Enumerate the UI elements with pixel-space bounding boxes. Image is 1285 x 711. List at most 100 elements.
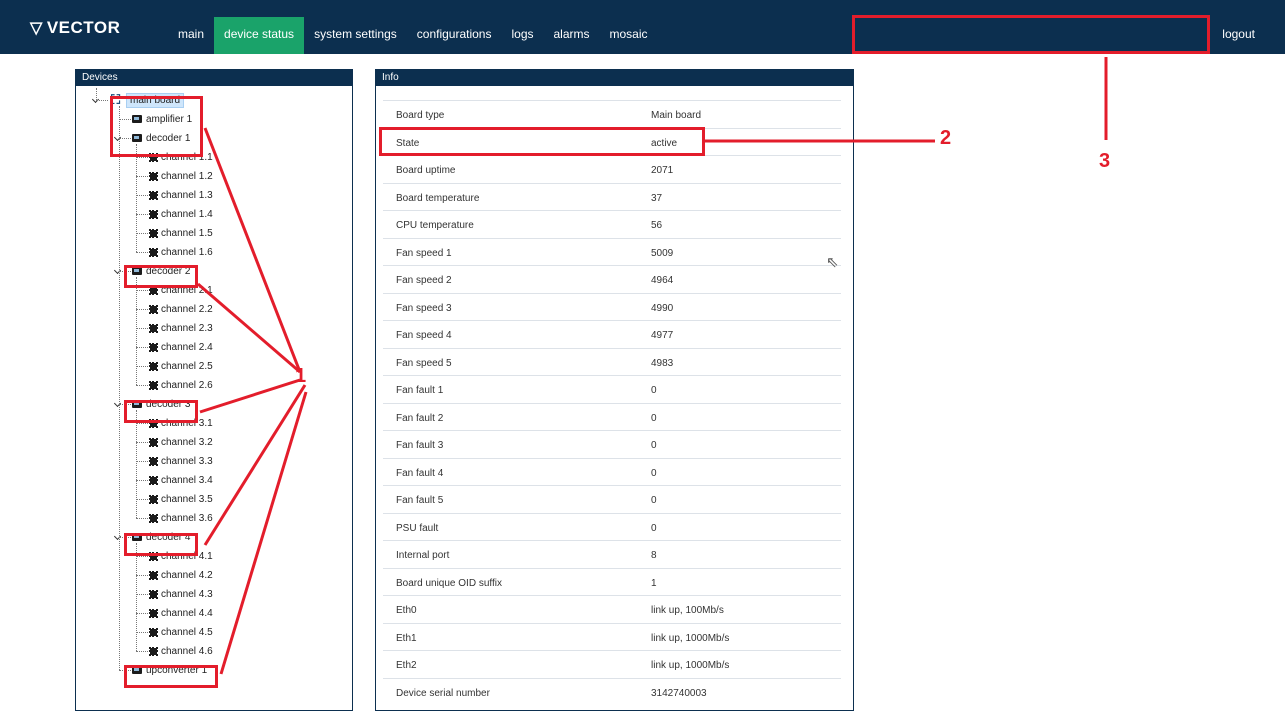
chip-icon <box>149 570 158 580</box>
info-key: CPU temperature <box>396 220 474 231</box>
tree-node-channel[interactable]: channel 4.2 <box>149 567 213 583</box>
info-key: Eth0 <box>396 605 417 616</box>
info-value: 2071 <box>651 165 674 176</box>
info-value: 56 <box>651 220 663 231</box>
info-key: Fan speed 2 <box>396 275 452 286</box>
chip-icon <box>149 494 158 504</box>
info-key: Device serial number <box>396 687 490 699</box>
tree-node-channel[interactable]: channel 2.3 <box>149 320 213 336</box>
callout-number-1: 1 <box>295 365 307 387</box>
nav-mosaic[interactable]: mosaic <box>600 17 658 54</box>
info-row: Fan fault 2 0 <box>383 402 841 431</box>
nav-main[interactable]: main <box>168 17 214 54</box>
tree-node-channel[interactable]: channel 3.4 <box>149 472 213 488</box>
annotation-box-upconverter-1 <box>124 665 218 688</box>
vector-logo[interactable]: ▽ VECTOR <box>30 18 120 38</box>
info-key: Fan speed 5 <box>396 357 452 369</box>
info-row: Fan speed 4 4977 <box>383 320 841 348</box>
tree-node-channel[interactable]: channel 2.4 <box>149 339 213 355</box>
info-panel-title: Info <box>376 70 853 86</box>
tree-node-channel[interactable]: channel 2.6 <box>149 377 213 393</box>
info-key: Fan speed 3 <box>396 302 452 314</box>
tree-node-channel[interactable]: channel 3.3 <box>149 453 213 469</box>
tree-node-label: channel 4.5 <box>161 626 213 638</box>
nav-device-status[interactable]: device status <box>214 17 305 54</box>
tree-node-channel[interactable]: channel 3.6 <box>149 510 213 526</box>
vector-logo-icon: ▽ <box>30 20 43 37</box>
tree-node-channel[interactable]: channel 3.5 <box>149 491 213 507</box>
mouse-cursor-icon: ⇖ <box>826 254 839 271</box>
info-value: 0 <box>651 522 657 534</box>
nav-alarms[interactable]: alarms <box>544 17 600 54</box>
tree-node-channel[interactable]: channel 3.2 <box>149 434 213 450</box>
info-value: Main board <box>651 110 702 121</box>
tree-node-channel[interactable]: channel 2.5 <box>149 358 213 374</box>
logout-link[interactable]: logout <box>1222 27 1255 41</box>
tree-node-channel[interactable]: channel 4.5 <box>149 624 213 640</box>
annotation-box-decoder-4 <box>124 533 198 556</box>
nav-logs[interactable]: logs <box>501 17 543 54</box>
info-key: Board unique OID suffix <box>396 577 502 589</box>
info-row: Fan speed 3 4990 <box>383 292 841 321</box>
tree-node-channel[interactable]: channel 2.2 <box>149 301 213 317</box>
info-row: Fan speed 5 4983 <box>383 347 841 376</box>
info-value: link up, 1000Mb/s <box>651 660 730 671</box>
tree-node-channel[interactable]: channel 4.6 <box>149 643 213 659</box>
tree-node-channel[interactable]: channel 1.6 <box>149 244 213 260</box>
info-key: PSU fault <box>396 522 439 534</box>
nav-configurations[interactable]: configurations <box>407 17 502 54</box>
info-value: link up, 100Mb/s <box>651 605 724 616</box>
info-panel: Info Board type Main board State active Boar… <box>375 69 854 711</box>
info-row: Fan speed 2 4964 <box>383 265 841 293</box>
info-row: Fan fault 4 0 <box>383 457 841 486</box>
chip-icon <box>149 513 158 523</box>
chip-icon <box>149 437 158 447</box>
info-value: 4964 <box>651 275 674 286</box>
tree-node-label: channel 4.2 <box>161 569 213 581</box>
info-key: Board uptime <box>396 165 456 176</box>
chip-icon <box>149 380 158 390</box>
chip-icon <box>149 361 158 371</box>
chip-icon <box>149 627 158 637</box>
tree-node-channel[interactable]: channel 1.3 <box>149 187 213 203</box>
info-value: 37 <box>651 192 663 204</box>
info-row: Device serial number 3142740003 <box>383 677 841 706</box>
info-row: Eth1 link up, 1000Mb/s <box>383 622 841 651</box>
chip-icon <box>149 304 158 314</box>
info-row: Eth2 link up, 1000Mb/s <box>383 650 841 678</box>
chip-icon <box>149 589 158 599</box>
info-key: Fan speed 4 <box>396 330 452 341</box>
nav-system-settings[interactable]: system settings <box>304 17 407 54</box>
tree-node-channel[interactable]: channel 1.5 <box>149 225 213 241</box>
tree-node-label: channel 1.5 <box>161 227 213 239</box>
tree-node-channel[interactable]: channel 4.3 <box>149 586 213 602</box>
tree-node-channel[interactable]: channel 4.4 <box>149 605 213 621</box>
tree-node-label: channel 2.4 <box>161 341 213 353</box>
info-row: Internal port 8 <box>383 540 841 568</box>
device-tree: ⛶ main board amplifier 1 decoder 1 channel 1… <box>76 87 352 707</box>
callout-number-2: 2 <box>940 127 952 149</box>
info-value: 0 <box>651 440 657 451</box>
tree-node-label: channel 3.3 <box>161 455 213 467</box>
tree-node-label: channel 4.6 <box>161 645 213 657</box>
info-row: Fan speed 1 5009 <box>383 237 841 266</box>
chip-icon <box>149 646 158 656</box>
annotation-box-main-board <box>110 96 203 157</box>
info-key: Fan fault 4 <box>396 467 444 479</box>
info-key: Fan speed 1 <box>396 247 452 259</box>
info-row: Fan fault 3 0 <box>383 430 841 458</box>
devices-panel-title: Devices <box>76 70 352 86</box>
tree-node-label: channel 1.3 <box>161 189 213 201</box>
info-value: 0 <box>651 467 657 479</box>
info-value: 4977 <box>651 330 674 341</box>
tree-node-channel[interactable]: channel 1.2 <box>149 168 213 184</box>
annotation-box-header-area <box>852 15 1210 54</box>
info-value: 5009 <box>651 247 674 259</box>
tree-node-label: channel 2.5 <box>161 360 213 372</box>
logo-text: VECTOR <box>46 18 121 37</box>
info-row: Fan fault 5 0 <box>383 485 841 513</box>
info-value: 1 <box>651 577 657 589</box>
info-key: Fan fault 3 <box>396 440 444 451</box>
tree-node-channel[interactable]: channel 1.4 <box>149 206 213 222</box>
info-key: Eth1 <box>396 632 417 644</box>
